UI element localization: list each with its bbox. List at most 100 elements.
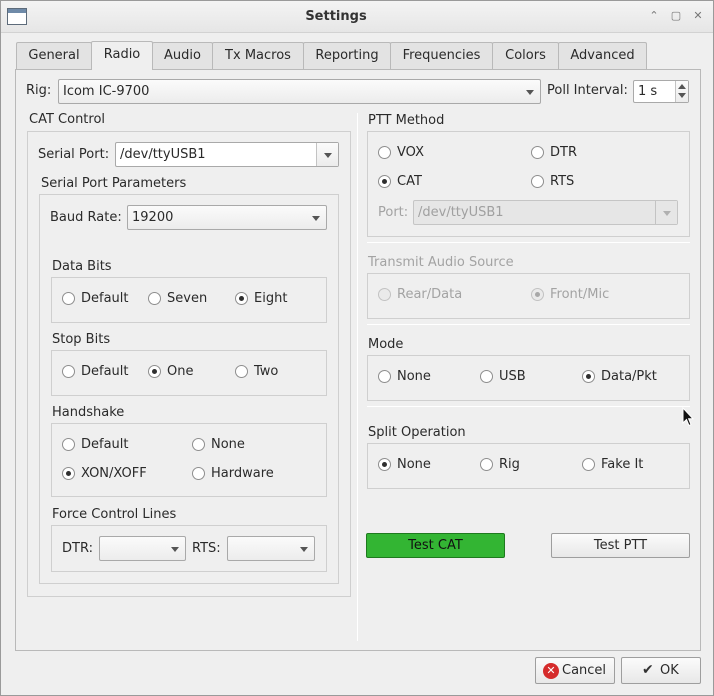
- radio-label: One: [167, 364, 194, 379]
- tab-frequencies[interactable]: Frequencies: [390, 42, 493, 69]
- chevron-down-icon: [300, 547, 308, 552]
- ok-button[interactable]: ✔ OK: [621, 657, 701, 684]
- mode-none-radio[interactable]: None: [378, 368, 431, 386]
- ptt-vox-radio[interactable]: VOX: [378, 144, 424, 162]
- test-ptt-button[interactable]: Test PTT: [551, 533, 690, 558]
- radio-label: None: [397, 457, 431, 472]
- spin-down-icon[interactable]: [678, 93, 686, 98]
- tab-label: Colors: [505, 48, 546, 63]
- shade-icon[interactable]: ⌃: [648, 10, 660, 22]
- radio-label: Seven: [167, 291, 208, 306]
- radio-label: Fake It: [601, 457, 644, 472]
- ptt-port-combo: /dev/ttyUSB1: [413, 200, 678, 225]
- stop-bits-two-radio[interactable]: Two: [235, 363, 278, 381]
- radio-label: CAT: [397, 174, 422, 189]
- maximize-icon[interactable]: ▢: [670, 10, 682, 22]
- rig-value: Icom IC-9700: [63, 84, 150, 99]
- poll-interval-spinbox[interactable]: 1 s: [633, 80, 689, 103]
- stop-bits-one-radio[interactable]: One: [148, 363, 193, 381]
- radio-indicator: [192, 438, 205, 451]
- radio-indicator: [378, 175, 391, 188]
- cancel-button[interactable]: ✕ Cancel: [535, 657, 615, 684]
- ptt-cat-radio[interactable]: CAT: [378, 173, 422, 191]
- split-fake-it-radio[interactable]: Fake It: [582, 456, 643, 474]
- handshake-frame: [51, 423, 327, 497]
- data-bits-default-radio[interactable]: Default: [62, 290, 129, 308]
- ok-label: OK: [660, 663, 679, 678]
- radio-indicator: [378, 370, 391, 383]
- baud-rate-select[interactable]: 19200: [127, 205, 327, 230]
- radio-label: Rear/Data: [397, 287, 463, 302]
- mode-usb-radio[interactable]: USB: [480, 368, 526, 386]
- radio-indicator: [235, 292, 248, 305]
- rts-select[interactable]: [227, 536, 315, 561]
- split-none-radio[interactable]: None: [378, 456, 431, 474]
- spin-buttons[interactable]: [675, 81, 688, 102]
- chevron-down-icon: [171, 547, 179, 552]
- radio-label: Default: [81, 437, 129, 452]
- spin-up-icon[interactable]: [678, 84, 686, 89]
- title-bar[interactable]: Settings ⌃ ▢ ✕: [1, 1, 713, 33]
- tab-advanced[interactable]: Advanced: [558, 42, 647, 69]
- radio-indicator: [582, 370, 595, 383]
- rig-select[interactable]: Icom IC-9700: [58, 79, 541, 104]
- section-divider: [367, 242, 690, 243]
- radio-indicator: [531, 288, 544, 301]
- chevron-down-icon: [324, 153, 332, 158]
- radio-indicator: [192, 467, 205, 480]
- data-bits-eight-radio[interactable]: Eight: [235, 290, 287, 308]
- radio-label: USB: [499, 369, 526, 384]
- window-title: Settings: [305, 9, 367, 24]
- ptt-dtr-radio[interactable]: DTR: [531, 144, 577, 162]
- tab-label: Advanced: [570, 48, 635, 63]
- radio-label: DTR: [550, 145, 577, 160]
- radio-indicator: [62, 365, 75, 378]
- ok-check-icon: ✔: [642, 662, 654, 678]
- radio-indicator: [148, 365, 161, 378]
- tab-reporting[interactable]: Reporting: [303, 42, 391, 69]
- serial-params-title: Serial Port Parameters: [41, 176, 187, 191]
- split-rig-radio[interactable]: Rig: [480, 456, 520, 474]
- mode-title: Mode: [368, 337, 404, 352]
- rts-label: RTS:: [192, 541, 221, 556]
- tab-radio[interactable]: Radio: [91, 41, 153, 70]
- radio-indicator: [62, 467, 75, 480]
- chevron-down-icon: [663, 211, 671, 216]
- tab-tx-macros[interactable]: Tx Macros: [212, 42, 304, 69]
- radio-label: RTS: [550, 174, 575, 189]
- handshake-xonxoff-radio[interactable]: XON/XOFF: [62, 465, 147, 483]
- radio-indicator: [62, 292, 75, 305]
- ptt-rts-radio[interactable]: RTS: [531, 173, 574, 191]
- radio-indicator: [378, 458, 391, 471]
- poll-interval-value: 1 s: [638, 84, 658, 99]
- chevron-down-icon: [526, 90, 534, 95]
- tab-colors[interactable]: Colors: [492, 42, 559, 69]
- serial-port-combo[interactable]: /dev/ttyUSB1: [115, 142, 339, 167]
- dtr-select[interactable]: [99, 536, 186, 561]
- mode-data-pkt-radio[interactable]: Data/Pkt: [582, 368, 657, 386]
- ptt-method-title: PTT Method: [368, 113, 445, 128]
- radio-label: Eight: [254, 291, 288, 306]
- handshake-title: Handshake: [52, 405, 125, 420]
- tx-audio-rear-radio: Rear/Data: [378, 286, 462, 304]
- close-icon[interactable]: ✕: [692, 10, 704, 22]
- handshake-default-radio[interactable]: Default: [62, 436, 129, 454]
- stop-bits-default-radio[interactable]: Default: [62, 363, 129, 381]
- handshake-hardware-radio[interactable]: Hardware: [192, 465, 274, 483]
- radio-label: Default: [81, 291, 129, 306]
- radio-indicator: [480, 458, 493, 471]
- split-title: Split Operation: [368, 425, 466, 440]
- baud-rate-label: Baud Rate:: [50, 210, 122, 225]
- serial-port-value: /dev/ttyUSB1: [120, 147, 206, 162]
- radio-label: Rig: [499, 457, 520, 472]
- radio-indicator: [378, 146, 391, 159]
- data-bits-seven-radio[interactable]: Seven: [148, 290, 207, 308]
- tx-audio-title: Transmit Audio Source: [368, 255, 514, 270]
- radio-indicator: [148, 292, 161, 305]
- tab-audio[interactable]: Audio: [152, 42, 213, 69]
- handshake-none-radio[interactable]: None: [192, 436, 245, 454]
- radio-label: VOX: [397, 145, 424, 160]
- test-cat-button[interactable]: Test CAT: [366, 533, 505, 558]
- cancel-icon: ✕: [543, 663, 559, 679]
- tab-general[interactable]: General: [16, 42, 92, 69]
